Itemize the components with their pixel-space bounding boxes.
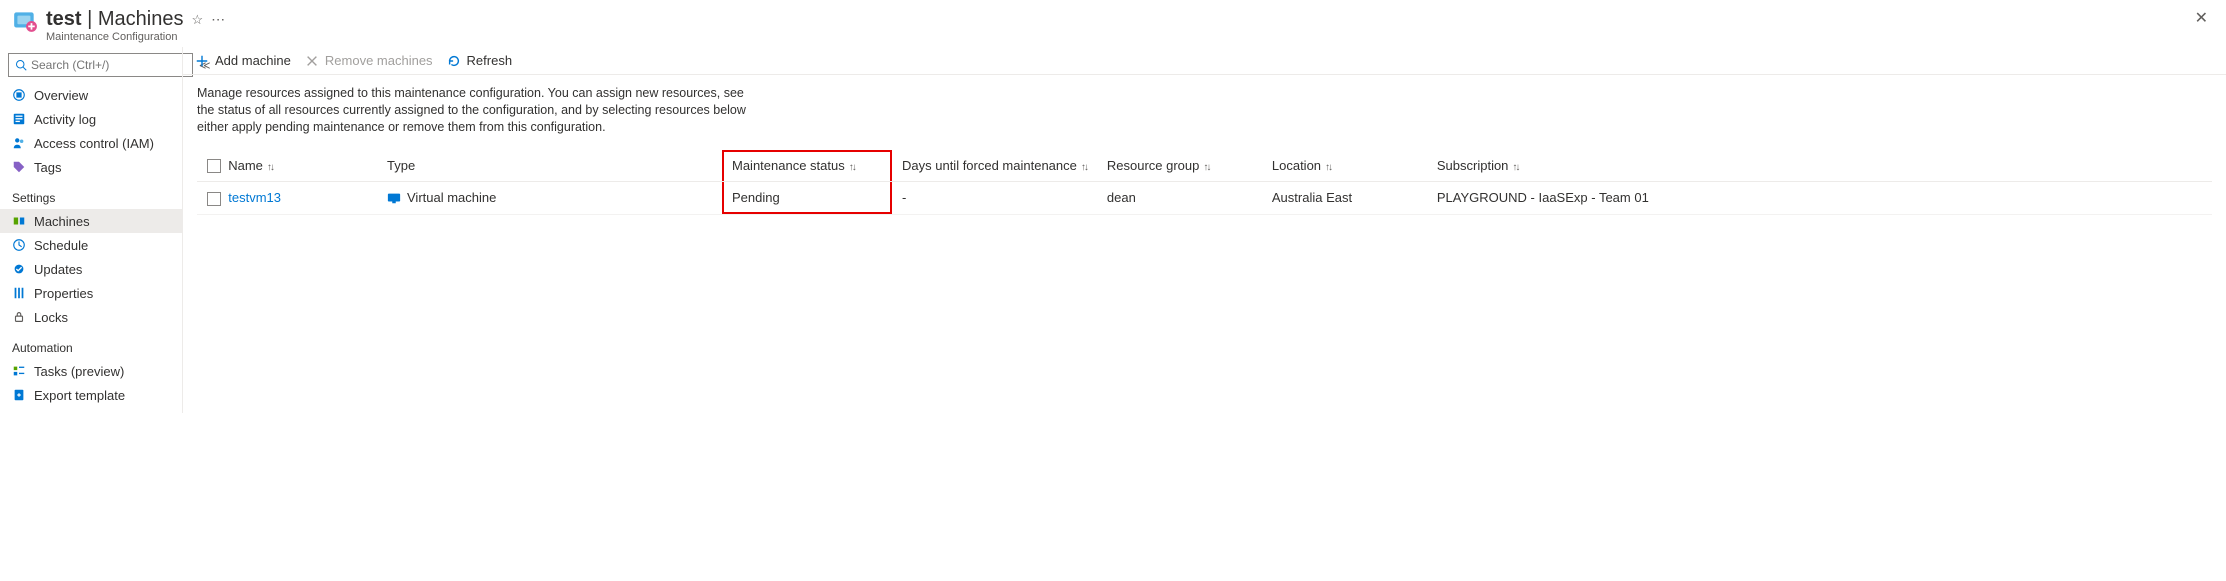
col-label: Name: [228, 158, 263, 173]
plus-icon: [195, 54, 209, 68]
schedule-icon: [12, 238, 26, 252]
cell-value: PLAYGROUND - IaaSExp - Team 01: [1437, 190, 1649, 205]
nav-tasks[interactable]: Tasks (preview): [0, 359, 182, 383]
toolbar-label: Add machine: [215, 53, 291, 68]
tasks-icon: [12, 364, 26, 378]
cell-value: Virtual machine: [407, 190, 496, 205]
machines-icon: [12, 214, 26, 228]
sort-icon: ↑↓: [1203, 162, 1209, 173]
search-icon: [15, 59, 27, 71]
updates-icon: [12, 262, 26, 276]
col-label: Resource group: [1107, 158, 1200, 173]
toolbar-label: Remove machines: [325, 53, 433, 68]
iam-icon: [12, 136, 26, 150]
nav-activity-log[interactable]: Activity log: [0, 107, 182, 131]
more-actions-icon[interactable]: ⋯: [211, 11, 226, 28]
tags-icon: [12, 160, 26, 174]
machine-name-link[interactable]: testvm13: [228, 190, 281, 205]
nav-label: Activity log: [34, 112, 96, 127]
properties-icon: [12, 286, 26, 300]
col-label: Subscription: [1437, 158, 1509, 173]
export-icon: [12, 388, 26, 402]
search-box[interactable]: [8, 53, 193, 77]
favorite-star-icon[interactable]: ☆: [192, 12, 204, 28]
col-subscription[interactable]: Subscription↑↓: [1427, 150, 2212, 182]
nav-overview[interactable]: Overview: [0, 83, 182, 107]
cell-value: -: [902, 190, 906, 205]
nav-label: Machines: [34, 214, 90, 229]
col-resource-group[interactable]: Resource group↑↓: [1097, 150, 1262, 182]
nav-schedule[interactable]: Schedule: [0, 233, 182, 257]
nav-label: Overview: [34, 88, 88, 103]
col-location[interactable]: Location ↑↓: [1262, 150, 1427, 182]
nav-label: Tags: [34, 160, 61, 175]
nav-label: Locks: [34, 310, 68, 325]
nav-access-control[interactable]: Access control (IAM): [0, 131, 182, 155]
toolbar: Add machine Remove machines Refresh: [183, 47, 2226, 75]
toolbar-label: Refresh: [467, 53, 513, 68]
sidebar: ≪ Overview Activity log Access control (…: [0, 47, 182, 413]
sort-icon: ↑↓: [267, 162, 273, 173]
row-checkbox[interactable]: [207, 192, 221, 206]
search-input[interactable]: [31, 58, 186, 72]
page-subtitle: Maintenance Configuration: [46, 31, 226, 43]
maintenance-config-icon: [12, 8, 38, 34]
overview-icon: [12, 88, 26, 102]
machines-table: Name ↑↓ Type Maintenance status ↑↓ Days un…: [197, 150, 2212, 215]
col-name[interactable]: Name ↑↓: [197, 150, 377, 182]
sort-icon: ↑↓: [849, 162, 855, 173]
table-row[interactable]: testvm13 Virtual machine Pending: [197, 182, 2212, 215]
nav-updates[interactable]: Updates: [0, 257, 182, 281]
col-label: Type: [387, 158, 415, 173]
add-machine-button[interactable]: Add machine: [195, 53, 291, 68]
activity-log-icon: [12, 112, 26, 126]
col-label: Days until forced maintenance: [902, 158, 1077, 173]
nav-export-template[interactable]: Export template: [0, 383, 182, 407]
col-days[interactable]: Days until forced maintenance ↑↓: [892, 150, 1097, 182]
sort-icon: ↑↓: [1325, 162, 1331, 173]
nav-group-settings: Settings: [0, 183, 182, 209]
cell-value: Australia East: [1272, 190, 1352, 205]
col-label: Maintenance status: [732, 158, 845, 173]
cell-value: dean: [1107, 190, 1136, 205]
nav-tags[interactable]: Tags: [0, 155, 182, 179]
nav-label: Schedule: [34, 238, 88, 253]
nav-label: Tasks (preview): [34, 364, 124, 379]
lock-icon: [12, 310, 26, 324]
x-icon: [305, 54, 319, 68]
nav-label: Export template: [34, 388, 125, 403]
nav-machines[interactable]: Machines: [0, 209, 182, 233]
refresh-icon: [447, 54, 461, 68]
col-maintenance-status[interactable]: Maintenance status ↑↓: [722, 150, 892, 182]
nav-group-automation: Automation: [0, 333, 182, 359]
nav-label: Updates: [34, 262, 82, 277]
page-header: test | Machines ☆ ⋯ Maintenance Configur…: [0, 0, 2226, 47]
nav-label: Access control (IAM): [34, 136, 154, 151]
close-icon[interactable]: ✕: [2195, 8, 2214, 28]
nav-properties[interactable]: Properties: [0, 281, 182, 305]
virtual-machine-icon: [387, 191, 401, 205]
page-title: test | Machines: [46, 8, 184, 31]
refresh-button[interactable]: Refresh: [447, 53, 513, 68]
sort-icon: ↑↓: [1081, 162, 1087, 173]
nav-locks[interactable]: Locks: [0, 305, 182, 329]
remove-machines-button[interactable]: Remove machines: [305, 53, 433, 68]
select-all-checkbox[interactable]: [207, 159, 221, 173]
col-type[interactable]: Type: [377, 150, 722, 182]
nav-label: Properties: [34, 286, 93, 301]
col-label: Location: [1272, 158, 1321, 173]
table-header-row: Name ↑↓ Type Maintenance status ↑↓ Days un…: [197, 150, 2212, 182]
description-text: Manage resources assigned to this mainte…: [197, 85, 757, 136]
sort-icon: ↑↓: [1512, 162, 1518, 173]
cell-value: Pending: [732, 190, 780, 205]
